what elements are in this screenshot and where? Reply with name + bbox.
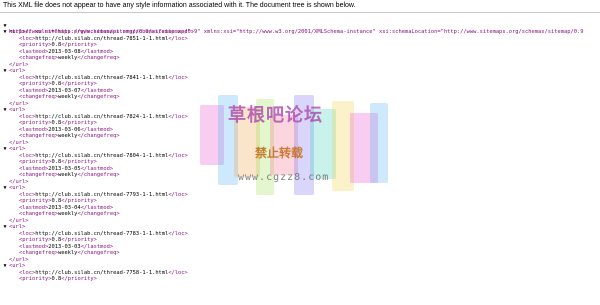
changefreq-open-tag: <changefreq>	[19, 250, 58, 256]
priority-value: 0.8	[51, 42, 62, 48]
changefreq-value: weekly	[57, 211, 78, 217]
loc-close-tag: </loc>	[168, 35, 188, 42]
priority-open-tag: <priority>	[19, 198, 52, 204]
priority-value: 0.8	[51, 237, 62, 243]
priority-value: 0.8	[51, 276, 62, 282]
changefreq-close-tag: </changefreq>	[77, 55, 120, 61]
lastmod-value: 2013-03-07	[48, 87, 81, 94]
watermark-url: www.cgzz8.com	[238, 172, 330, 183]
forum-watermark: 草根吧论坛 禁止转载 www.cgzz8.com	[200, 95, 390, 215]
priority-open-tag: <priority>	[19, 81, 52, 87]
loc-open-tag: <loc>	[19, 191, 36, 198]
loc-open-tag: <loc>	[19, 152, 36, 159]
lastmod-value: 2013-03-03	[48, 243, 81, 250]
url-open-tag: <url>	[9, 224, 26, 230]
url-open-tag: <url>	[9, 29, 26, 35]
lastmod-open-tag: <lastmod>	[19, 87, 49, 94]
changefreq-open-tag: <changefreq>	[19, 94, 58, 100]
priority-close-tag: </priority>	[61, 42, 97, 48]
changefreq-value: weekly	[57, 133, 78, 139]
priority-close-tag: </priority>	[61, 159, 97, 165]
lastmod-value: 2013-03-06	[48, 126, 81, 133]
lastmod-value: 2013-03-04	[48, 204, 81, 211]
loc-value: http://club.silab.cn/thread-7758-1-1.htm…	[35, 269, 169, 276]
changefreq-close-tag: </changefreq>	[77, 94, 120, 100]
loc-close-tag: </loc>	[168, 230, 188, 237]
priority-open-tag: <priority>	[19, 276, 52, 282]
url-open-tag: <url>	[9, 107, 26, 113]
url-close-tag: </url>	[9, 256, 29, 263]
priority-close-tag: </priority>	[61, 276, 97, 282]
changefreq-close-tag: </changefreq>	[77, 250, 120, 256]
loc-open-tag: <loc>	[19, 230, 36, 237]
lastmod-close-tag: </lastmod>	[80, 48, 114, 55]
loc-close-tag: </loc>	[168, 74, 188, 81]
loc-value: http://club.silab.cn/thread-7783-1-1.htm…	[35, 230, 169, 237]
lastmod-close-tag: </lastmod>	[80, 243, 114, 250]
url-open-tag: <url>	[9, 263, 26, 269]
changefreq-close-tag: </changefreq>	[77, 133, 120, 139]
priority-open-tag: <priority>	[19, 237, 52, 243]
xml-info-message: This XML file does not appear to have an…	[0, 0, 600, 13]
loc-close-tag: </loc>	[168, 191, 188, 198]
lastmod-open-tag: <lastmod>	[19, 165, 49, 172]
loc-open-tag: <loc>	[19, 269, 36, 276]
priority-value: 0.8	[51, 81, 62, 87]
url-close-tag: </url>	[9, 178, 29, 185]
url-open-tag: <url>	[9, 146, 26, 152]
changefreq-value: weekly	[57, 172, 78, 178]
priority-open-tag: <priority>	[19, 159, 52, 165]
loc-value: http://club.silab.cn/thread-7804-1-1.htm…	[35, 152, 169, 159]
priority-close-tag: </priority>	[61, 198, 97, 204]
priority-close-tag: </priority>	[61, 237, 97, 243]
loc-value: http://club.silab.cn/thread-7841-1-1.htm…	[35, 74, 169, 81]
changefreq-value: weekly	[57, 250, 78, 256]
lastmod-value: 2013-03-05	[48, 165, 81, 172]
loc-open-tag: <loc>	[19, 74, 36, 81]
lastmod-open-tag: <lastmod>	[19, 48, 49, 55]
changefreq-value: weekly	[57, 94, 78, 100]
changefreq-close-tag: </changefreq>	[77, 211, 120, 217]
loc-value: http://club.silab.cn/thread-7851-1-1.htm…	[35, 35, 169, 42]
changefreq-open-tag: <changefreq>	[19, 211, 58, 217]
lastmod-close-tag: </lastmod>	[80, 126, 114, 133]
changefreq-open-tag: <changefreq>	[19, 133, 58, 139]
priority-value: 0.8	[51, 198, 62, 204]
lastmod-open-tag: <lastmod>	[19, 204, 49, 211]
loc-close-tag: </loc>	[168, 269, 188, 276]
lastmod-close-tag: </lastmod>	[80, 165, 114, 172]
lastmod-open-tag: <lastmod>	[19, 126, 49, 133]
priority-open-tag: <priority>	[19, 42, 52, 48]
priority-open-tag: <priority>	[19, 120, 52, 126]
loc-open-tag: <loc>	[19, 113, 36, 120]
loc-close-tag: </loc>	[168, 113, 188, 120]
loc-close-tag: </loc>	[168, 152, 188, 159]
url-open-tag: <url>	[9, 68, 26, 74]
changefreq-value: weekly	[57, 55, 78, 61]
priority-close-tag: </priority>	[61, 81, 97, 87]
changefreq-open-tag: <changefreq>	[19, 172, 58, 178]
url-close-tag: </url>	[9, 61, 29, 68]
url-close-tag: </url>	[9, 139, 29, 146]
lastmod-value: 2013-03-08	[48, 48, 81, 55]
lastmod-close-tag: </lastmod>	[80, 87, 114, 94]
loc-value: http://club.silab.cn/thread-7824-1-1.htm…	[35, 113, 169, 120]
lastmod-open-tag: <lastmod>	[19, 243, 49, 250]
priority-value: 0.8	[51, 159, 62, 165]
priority-line: <priority>0.8</priority>	[0, 276, 600, 283]
changefreq-close-tag: </changefreq>	[77, 172, 120, 178]
loc-value: http://club.silab.cn/thread-7793-1-1.htm…	[35, 191, 169, 198]
watermark-title: 草根吧论坛	[228, 105, 323, 126]
priority-value: 0.8	[51, 120, 62, 126]
loc-open-tag: <loc>	[19, 35, 36, 42]
url-close-tag: </url>	[9, 217, 29, 224]
changefreq-open-tag: <changefreq>	[19, 55, 58, 61]
url-close-tag: </url>	[9, 100, 29, 107]
lastmod-close-tag: </lastmod>	[80, 204, 114, 211]
url-open-tag: <url>	[9, 185, 26, 191]
watermark-subtitle: 禁止转载	[255, 146, 304, 160]
priority-close-tag: </priority>	[61, 120, 97, 126]
